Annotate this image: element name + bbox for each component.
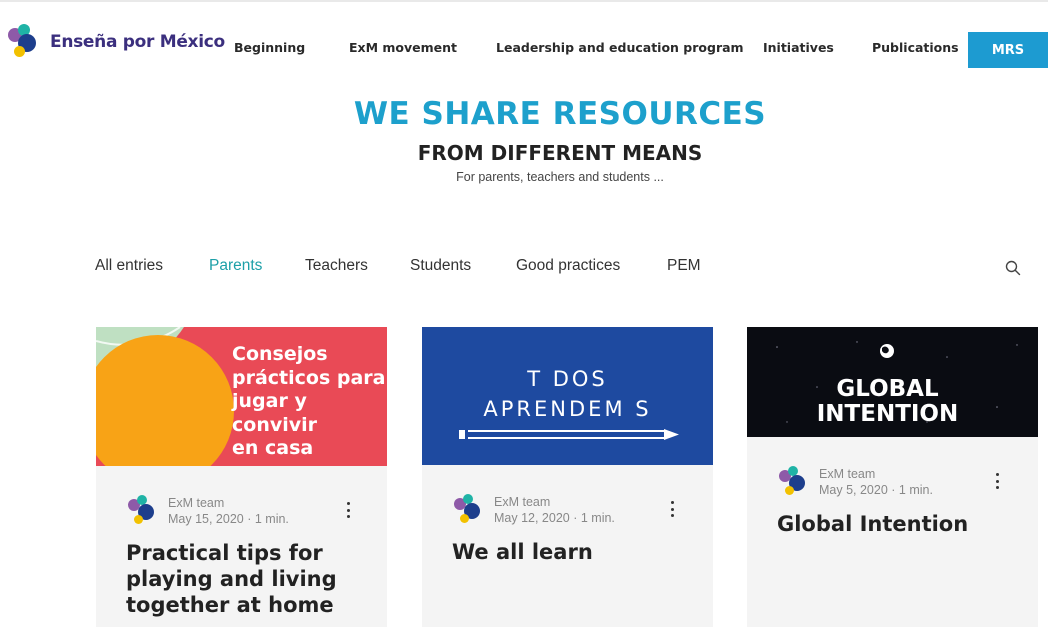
nav-item-beginning[interactable]: Beginning — [234, 40, 305, 55]
cover-text-line: GLOBAL — [836, 376, 939, 402]
hero-subtitle: FROM DIFFERENT MEANS — [417, 141, 703, 165]
cover-text-line: en casa — [232, 437, 314, 459]
nav-item-publications[interactable]: Publications — [872, 40, 959, 55]
tab-pem[interactable]: PEM — [667, 257, 701, 275]
more-options-icon[interactable] — [664, 499, 680, 519]
avatar — [777, 466, 809, 498]
tab-teachers[interactable]: Teachers — [305, 257, 368, 275]
avatar — [126, 495, 158, 527]
post-cover-image: Consejos prácticos para jugar y convivir… — [96, 327, 387, 466]
pencil-icon — [459, 429, 679, 440]
cover-text-line: T DOS — [527, 367, 608, 391]
author-name[interactable]: ExM team — [168, 495, 289, 511]
tab-parents[interactable]: Parents — [209, 257, 262, 275]
post-title[interactable]: We all learn — [452, 539, 692, 565]
post-date: May 5, 2020 — [819, 483, 888, 497]
logo-icon — [8, 24, 44, 60]
brand-name: Enseña por México — [50, 32, 225, 52]
post-author: ExM team May 12, 2020 · 1 min. — [452, 494, 615, 526]
top-divider — [0, 0, 1048, 2]
hero-title: WE SHARE RESOURCES — [353, 96, 767, 132]
post-author: ExM team May 5, 2020 · 1 min. — [777, 466, 933, 498]
mrs-button[interactable]: MRS — [968, 32, 1048, 68]
hero-description: For parents, teachers and students ... — [456, 170, 664, 184]
post-card[interactable]: GLOBAL INTENTION ExM team May 5, 2020 · … — [747, 327, 1038, 627]
cover-text-line: Consejos — [232, 343, 328, 365]
post-date: May 12, 2020 — [494, 511, 570, 525]
cover-text-line: prácticos para — [232, 366, 386, 389]
post-title[interactable]: Practical tips for playing and living to… — [126, 540, 366, 618]
more-options-icon[interactable] — [340, 500, 356, 520]
nav-item-initiatives[interactable]: Initiatives — [763, 40, 834, 55]
post-cover-image: GLOBAL INTENTION — [747, 327, 1038, 437]
read-time: 1 min. — [580, 511, 615, 525]
post-date: May 15, 2020 — [168, 512, 244, 526]
author-name[interactable]: ExM team — [819, 466, 933, 482]
tab-all-entries[interactable]: All entries — [95, 257, 163, 275]
post-card[interactable]: Consejos prácticos para jugar y convivir… — [96, 327, 387, 627]
author-name[interactable]: ExM team — [494, 494, 615, 510]
read-time: 1 min. — [254, 512, 289, 526]
post-title[interactable]: Global Intention — [777, 511, 1017, 537]
cover-text-line: jugar y convivir — [232, 390, 318, 436]
post-author: ExM team May 15, 2020 · 1 min. — [126, 495, 289, 527]
search-icon[interactable] — [1004, 259, 1022, 277]
post-card[interactable]: T DOS APRENDEM S ExM team May 12, 2020 ·… — [422, 327, 713, 627]
avatar — [452, 494, 484, 526]
post-cover-image: T DOS APRENDEM S — [422, 327, 713, 465]
tab-students[interactable]: Students — [410, 257, 471, 275]
tab-good-practices[interactable]: Good practices — [516, 257, 620, 275]
cover-text-line: APRENDEM S — [483, 397, 652, 421]
cover-text-line: INTENTION — [816, 401, 959, 427]
read-time: 1 min. — [898, 483, 933, 497]
nav-item-leadership-program[interactable]: Leadership and education program — [496, 40, 744, 55]
more-options-icon[interactable] — [989, 471, 1005, 491]
nav-item-exm-movement[interactable]: ExM movement — [349, 40, 457, 55]
brand-logo[interactable]: Enseña por México — [8, 24, 225, 60]
